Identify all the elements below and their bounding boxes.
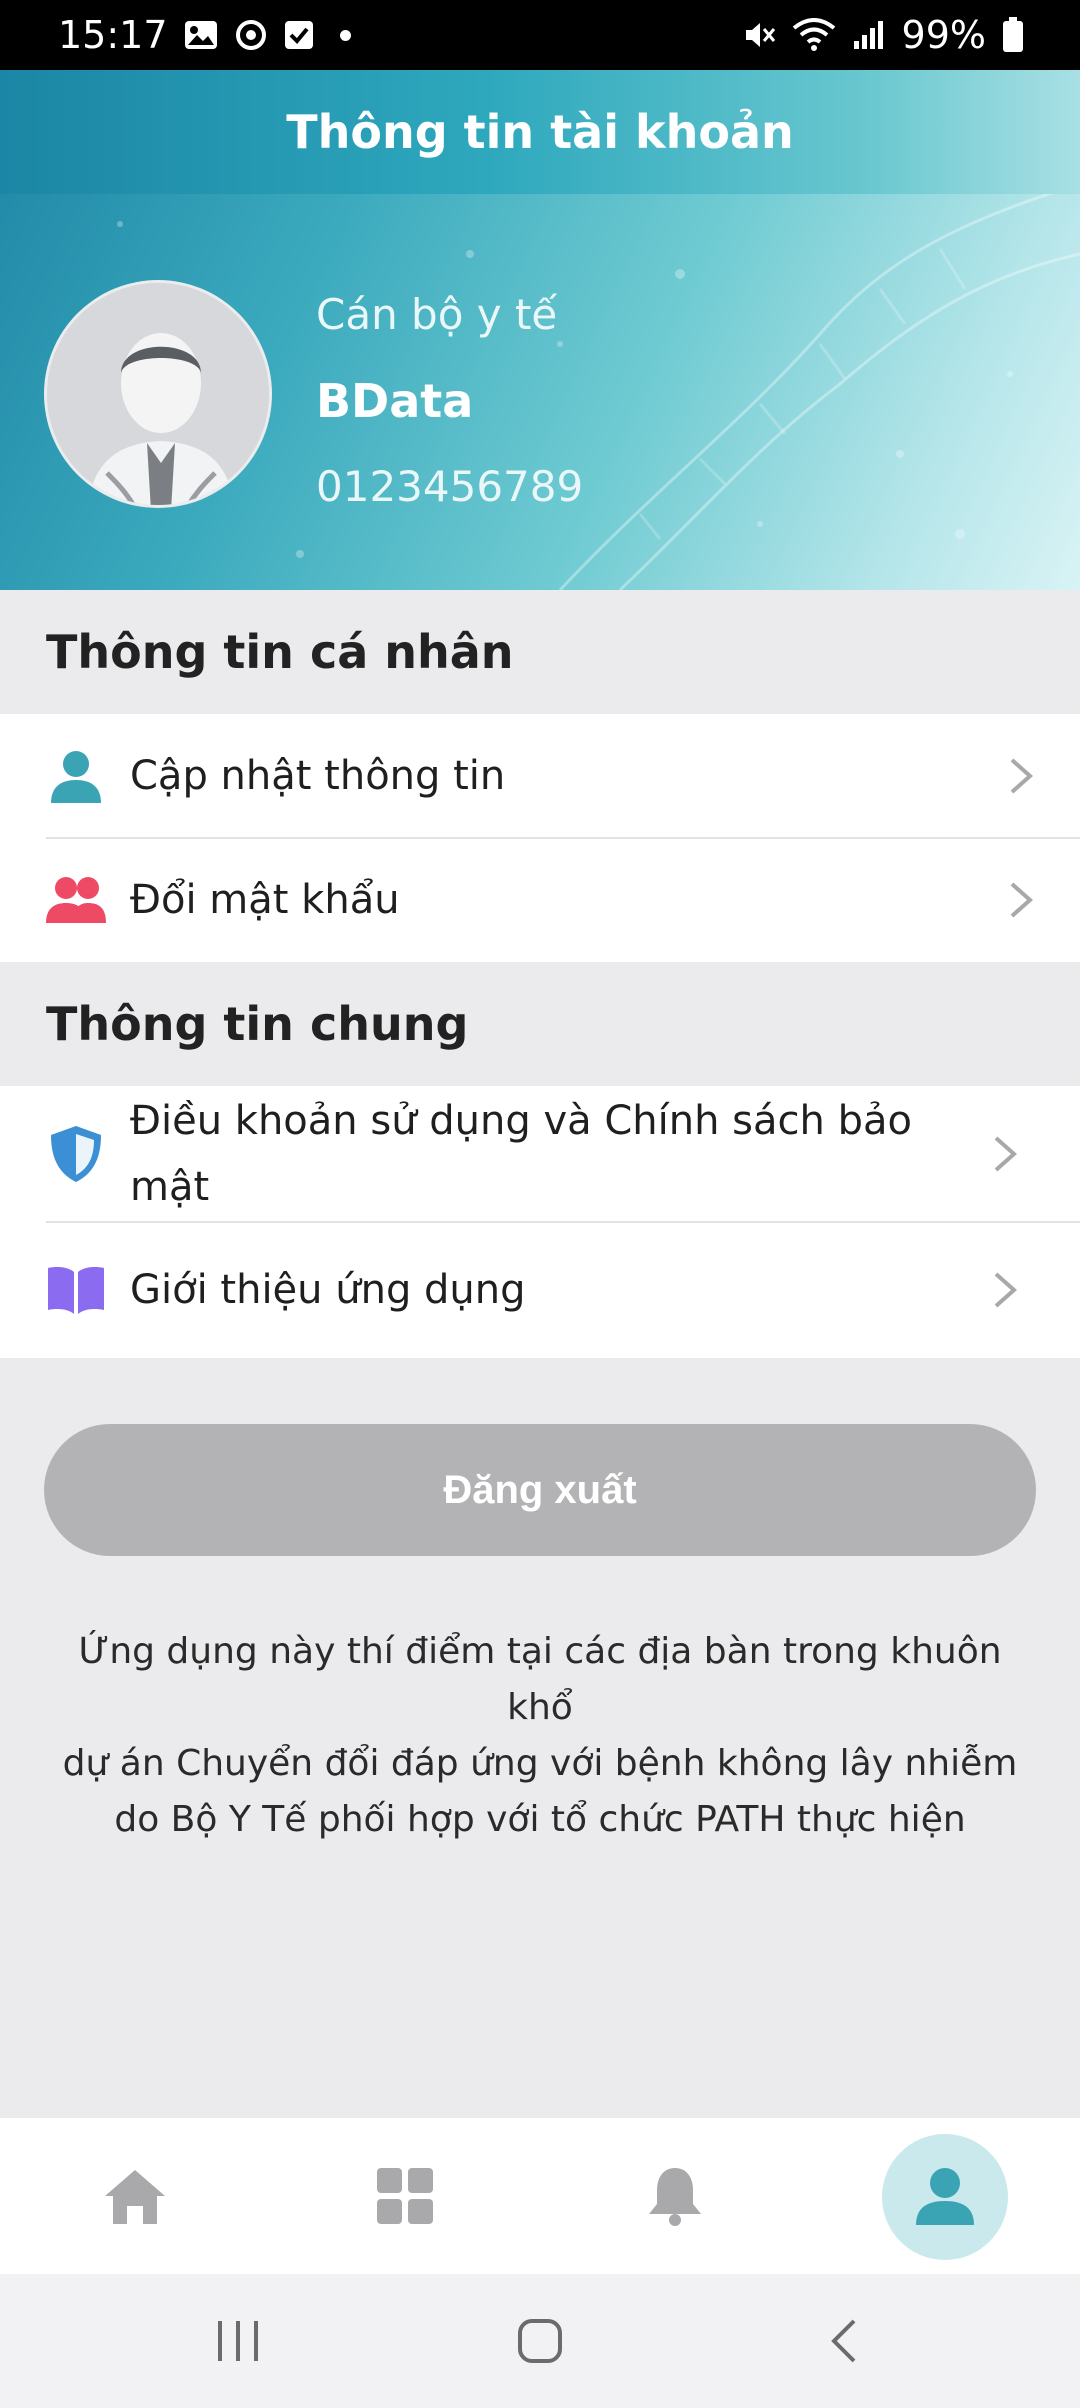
recent-apps-button[interactable] [178, 2274, 298, 2408]
profile-role: Cán bộ y tế [316, 290, 558, 339]
menu-item-label: Điều khoản sử dụng và Chính sách bảo mật [130, 1088, 912, 1220]
sync-icon [234, 18, 268, 52]
profile-phone: 0123456789 [316, 462, 584, 511]
personal-menu: Cập nhật thông tin Đổi mật khẩu [0, 714, 1080, 962]
system-navigation-bar [0, 2274, 1080, 2408]
chevron-right-icon [1010, 758, 1034, 794]
home-nav-button[interactable] [480, 2274, 600, 2408]
book-icon [46, 1260, 106, 1320]
wifi-icon [792, 18, 836, 52]
logout-button[interactable]: Đăng xuất [44, 1424, 1036, 1556]
avatar[interactable] [44, 280, 272, 508]
image-icon [184, 20, 218, 50]
section-title-personal: Thông tin cá nhân [0, 590, 1080, 714]
battery-percent: 99% [901, 13, 986, 57]
profile-name: BData [316, 374, 474, 428]
user-icon [46, 746, 106, 806]
back-button[interactable] [784, 2274, 904, 2408]
bottom-tab-bar [0, 2118, 1080, 2274]
tab-apps[interactable] [340, 2118, 470, 2274]
home-icon [105, 2170, 165, 2224]
checkbox-icon [284, 20, 314, 50]
recent-apps-icon [218, 2321, 258, 2361]
menu-item-label-line1: Điều khoản sử dụng và Chính sách bảo [130, 1098, 912, 1144]
disclaimer-line: do Bộ Y Tế phối hợp với tổ chức PATH thự… [114, 1799, 966, 1840]
doctor-avatar-icon [47, 283, 269, 505]
tab-account[interactable] [880, 2118, 1010, 2274]
chevron-right-icon [1010, 882, 1034, 918]
page-title: Thông tin tài khoản [286, 105, 794, 159]
users-icon [46, 870, 106, 930]
menu-item-terms-privacy[interactable]: Điều khoản sử dụng và Chính sách bảo mật [0, 1086, 1080, 1222]
status-time: 15:17 [58, 13, 168, 57]
dot-icon [339, 29, 351, 41]
grid-icon [377, 2168, 433, 2224]
mute-icon [742, 18, 776, 52]
back-icon [831, 2319, 856, 2363]
home-nav-icon [518, 2319, 562, 2363]
tab-notifications[interactable] [610, 2118, 740, 2274]
bell-icon [649, 2168, 701, 2226]
menu-item-label: Cập nhật thông tin [130, 753, 506, 799]
shield-icon [46, 1124, 106, 1184]
chevron-right-icon [994, 1136, 1018, 1172]
profile-hero: Thông tin tài khoản Cán bộ y tế BData 01… [0, 70, 1080, 590]
general-menu: Điều khoản sử dụng và Chính sách bảo mật… [0, 1086, 1080, 1358]
menu-item-change-password[interactable]: Đổi mật khẩu [0, 838, 1080, 962]
signal-icon [852, 19, 886, 51]
menu-item-update-info[interactable]: Cập nhật thông tin [0, 714, 1080, 838]
disclaimer-line: Ứng dụng này thí điểm tại các địa bàn tr… [78, 1631, 1002, 1728]
menu-item-about-app[interactable]: Giới thiệu ứng dụng [0, 1222, 1080, 1358]
disclaimer-line: dự án Chuyển đổi đáp ứng với bệnh không … [62, 1743, 1018, 1784]
menu-item-label-line2: mật [130, 1164, 210, 1210]
section-title-general: Thông tin chung [0, 962, 1080, 1086]
chevron-right-icon [994, 1272, 1018, 1308]
battery-icon [1002, 17, 1024, 53]
menu-item-label: Đổi mật khẩu [130, 877, 400, 923]
user-icon [916, 2168, 974, 2225]
menu-item-label: Giới thiệu ứng dụng [130, 1267, 526, 1313]
status-bar: 15:17 99% [0, 0, 1080, 70]
app-disclaimer: Ứng dụng này thí điểm tại các địa bàn tr… [40, 1624, 1040, 1848]
tab-home[interactable] [70, 2118, 200, 2274]
